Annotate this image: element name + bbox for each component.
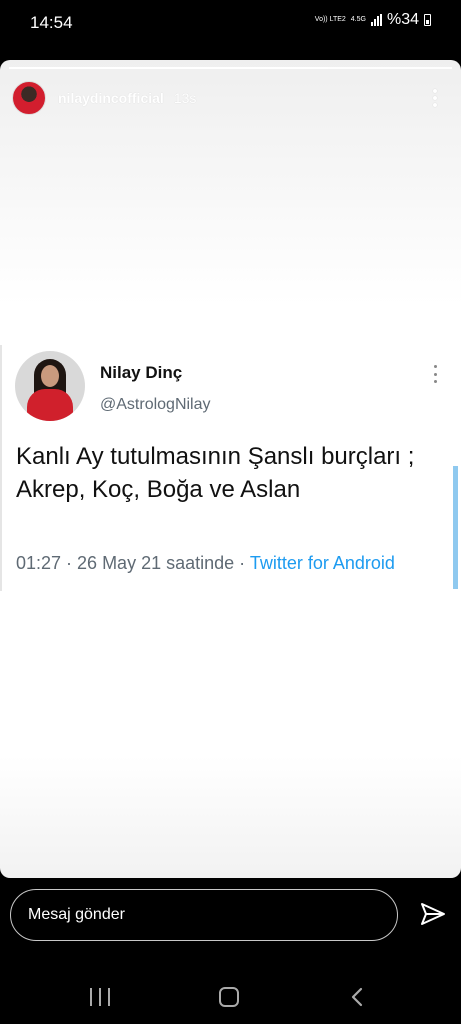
story-viewer[interactable]: nilaydincofficial 13s Nilay Dinç @Astrol… [0,60,461,878]
volte-indicator: Vo)) LTE2 [314,16,346,23]
reply-bar: Mesaj gönder [0,878,461,948]
tweet-timestamp: 01:27 · 26 May 21 saatinde · [16,553,246,573]
message-placeholder: Mesaj gönder [28,906,125,923]
status-bar: 14:54 Vo)) LTE2 4.5G %34 [0,0,461,46]
more-vertical-icon[interactable] [425,86,445,110]
recent-apps-icon[interactable] [90,988,110,1006]
system-nav-bar [0,966,461,1024]
tweet-left-divider [0,345,2,591]
tweet-author-handle: @AstrologNilay [100,396,211,413]
signal-icon [370,14,382,26]
status-indicators: Vo)) LTE2 4.5G %34 [315,11,431,29]
tweet-more-icon [432,365,438,383]
tweet-avatar [15,351,85,421]
network-type: 4.5G [350,16,366,23]
tweet-card: Nilay Dinç @AstrologNilay Kanlı Ay tutul… [0,345,461,591]
tweet-text: Kanlı Ay tutulmasının Şanslı burçları ; … [16,443,415,503]
story-username[interactable]: nilaydincofficial [58,90,164,106]
battery-percent: %34 [386,11,419,28]
message-input[interactable]: Mesaj gönder [10,889,398,941]
back-icon[interactable] [347,986,369,1008]
battery-icon [424,14,431,26]
story-time-ago: 13s [173,90,197,106]
story-avatar[interactable] [12,81,46,115]
send-icon[interactable] [420,902,446,926]
tweet-author-name: Nilay Dinç [100,363,183,382]
tweet-source: Twitter for Android [249,553,395,573]
story-header: nilaydincofficial 13s [12,80,449,116]
status-time: 14:54 [30,13,73,32]
tweet-meta: 01:27 · 26 May 21 saatinde · Twitter for… [16,553,395,574]
story-progress-bar [9,67,452,69]
home-icon[interactable] [219,987,239,1007]
story-progress-fill [9,67,328,69]
tweet-accent-bar [453,466,458,589]
